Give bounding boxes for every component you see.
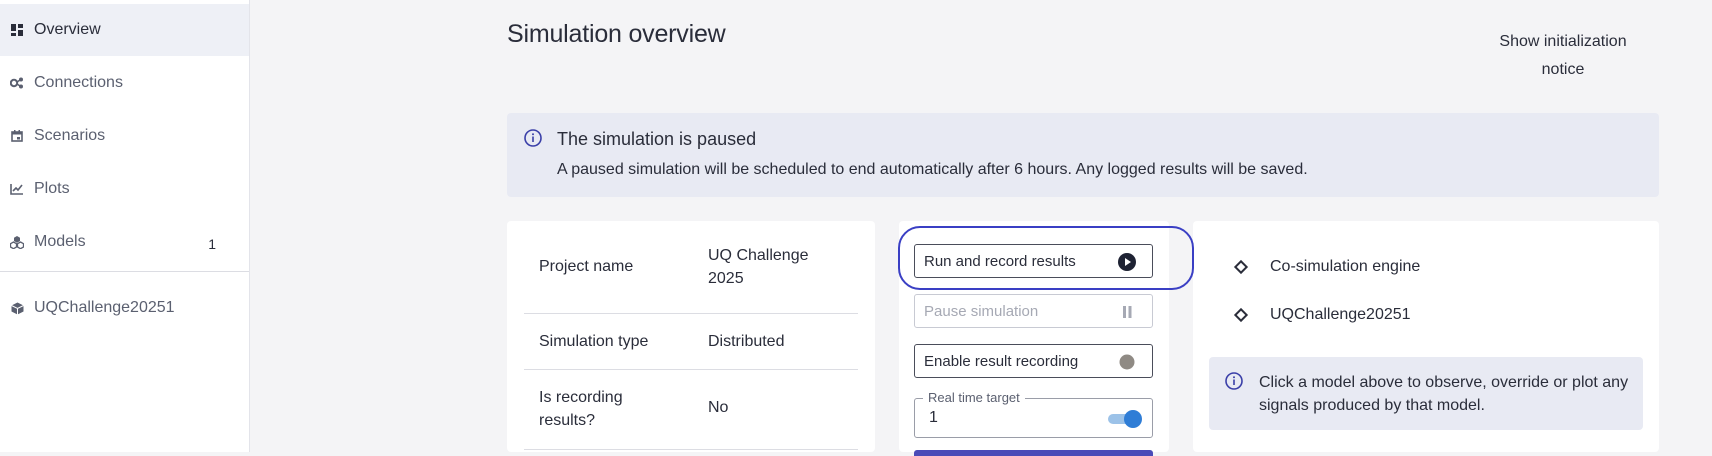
sidebar-item-label: Overview <box>34 21 101 38</box>
simulation-type-row: Simulation type Distributed <box>524 314 858 370</box>
sidebar-item-scenarios[interactable]: Scenarios <box>0 110 249 162</box>
sidebar-item-label: UQChallenge20251 <box>34 299 175 316</box>
sidebar-item-label: Scenarios <box>34 127 106 144</box>
connections-icon <box>10 76 24 90</box>
toggle-knob <box>1124 410 1142 428</box>
model-item-uqchallenge20251[interactable]: UQChallenge20251 <box>1233 306 1411 324</box>
page-title: Simulation overview <box>507 20 726 48</box>
real-time-target-field[interactable]: Real time target 1 <box>914 390 1153 438</box>
sidebar-item-connections[interactable]: Connections <box>0 57 249 109</box>
info-icon <box>524 129 542 152</box>
next-control-button-edge <box>914 450 1153 456</box>
real-time-target-legend: Real time target <box>923 390 1025 405</box>
models-info-text: Click a model above to observe, override… <box>1259 374 1629 414</box>
diamond-icon <box>1233 259 1249 275</box>
sidebar-item-overview[interactable]: Overview <box>0 4 249 56</box>
alert-message: A paused simulation will be scheduled to… <box>557 161 1308 178</box>
real-time-target-value: 1 <box>929 409 938 426</box>
enable-result-recording-label: Enable result recording <box>924 352 1079 370</box>
diamond-icon <box>1233 307 1249 323</box>
simulation-type-label: Simulation type <box>539 333 649 350</box>
is-recording-row: Is recording results? No <box>524 370 858 450</box>
sidebar-divider <box>0 271 249 272</box>
show-initialization-notice-button[interactable]: Show initialization notice <box>1480 28 1646 84</box>
project-name-value: UQ Challenge 2025 <box>708 247 809 287</box>
project-details-card: Project name UQ Challenge 2025 Simulatio… <box>507 221 875 452</box>
alert-title: The simulation is paused <box>557 129 757 149</box>
chart-icon <box>10 182 24 196</box>
is-recording-value: No <box>708 399 729 416</box>
play-icon <box>1118 253 1136 275</box>
dashboard-icon <box>10 23 24 37</box>
project-name-row: Project name UQ Challenge 2025 <box>524 221 858 314</box>
record-indicator-icon <box>1118 353 1136 375</box>
pause-simulation-label: Pause simulation <box>924 302 1039 320</box>
sidebar-item-label: Plots <box>34 180 70 197</box>
simulation-type-value: Distributed <box>708 333 785 350</box>
is-recording-label: Is recording results? <box>539 389 623 429</box>
models-count-badge: 1 <box>208 236 216 252</box>
model-item-label: Co-simulation engine <box>1270 258 1421 275</box>
project-name-label: Project name <box>539 258 634 275</box>
sidebar-item-label: Connections <box>34 74 123 91</box>
enable-result-recording-button[interactable]: Enable result recording <box>914 344 1153 378</box>
sidebar: Overview Connections Scenarios Plots Mod… <box>0 0 250 452</box>
run-and-record-button[interactable]: Run and record results <box>914 244 1153 278</box>
paused-alert: The simulation is paused A paused simula… <box>507 113 1659 197</box>
calendar-icon <box>10 129 24 143</box>
model-item-co-simulation-engine[interactable]: Co-simulation engine <box>1233 258 1420 276</box>
real-time-target-toggle[interactable] <box>1108 410 1142 428</box>
package-icon <box>10 301 24 315</box>
pause-simulation-button[interactable]: Pause simulation <box>914 294 1153 328</box>
pause-icon <box>1118 303 1136 325</box>
models-info-note: Click a model above to observe, override… <box>1209 357 1643 430</box>
models-card: Co-simulation engine UQChallenge20251 Cl… <box>1193 221 1659 452</box>
simulation-controls-card: Run and record results Pause simulation … <box>899 221 1169 456</box>
sidebar-item-models[interactable]: Models 1 <box>0 216 249 268</box>
sidebar-item-label: Models <box>34 233 86 250</box>
run-and-record-label: Run and record results <box>924 252 1076 270</box>
info-icon <box>1225 372 1243 395</box>
models-icon <box>10 235 24 249</box>
sidebar-item-plots[interactable]: Plots <box>0 163 249 215</box>
model-item-label: UQChallenge20251 <box>1270 306 1411 323</box>
sidebar-item-project[interactable]: UQChallenge20251 <box>0 282 249 334</box>
